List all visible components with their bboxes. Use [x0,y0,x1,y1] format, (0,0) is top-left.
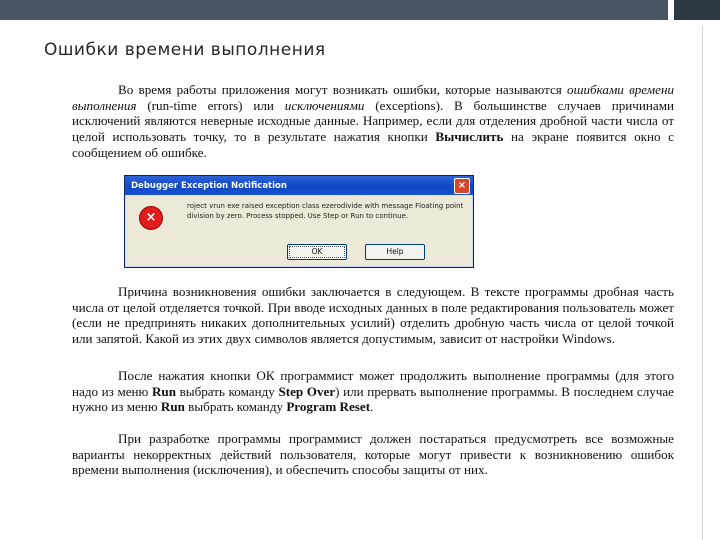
menu-name-run: Run [151,383,176,399]
paragraph-prevention: При разработке программы программист дол… [72,431,674,478]
paragraph-intro: Во время работы приложения могут возника… [72,82,674,172]
banner-rule [0,20,720,26]
text-run: выбрать команду [184,399,287,415]
paragraph-continue: После нажатия кнопки ОК программист може… [72,368,674,415]
text-run: выбрать команду [176,383,279,399]
help-button[interactable]: Help [365,244,425,260]
text-run: Во время работы приложения могут возника… [118,82,568,97]
term-exceptions: исключениями [284,97,365,113]
text-run: При разработке программы программист дол… [72,431,674,478]
paragraph-cause: Причина возникновения ошибки заключается… [72,284,674,347]
command-program-reset: Program Reset [286,399,371,415]
error-icon: × [139,206,163,230]
text-run: . [370,399,374,415]
dialog-title: Debugger Exception Notification [131,180,287,191]
menu-name-run: Run [160,399,185,415]
button-name-calculate: Вычислить [435,129,504,145]
close-icon[interactable]: × [454,177,470,194]
right-border-line [702,26,703,540]
command-step-over: Step Over [278,383,336,399]
dialog-titlebar: Debugger Exception Notification × [125,176,473,195]
banner-right [674,0,720,20]
ok-button[interactable]: OK [287,244,347,260]
dialog-message: roject vrun exe raised exception class e… [187,202,464,220]
banner-left [0,0,668,20]
slide-title: Ошибки времени выполнения [44,40,326,60]
exception-dialog: Debugger Exception Notification × × roje… [124,175,474,268]
text-run: Причина возникновения ошибки заключается… [72,284,674,347]
top-banner [0,0,720,20]
text-run: (run-time errors) или [136,97,285,113]
